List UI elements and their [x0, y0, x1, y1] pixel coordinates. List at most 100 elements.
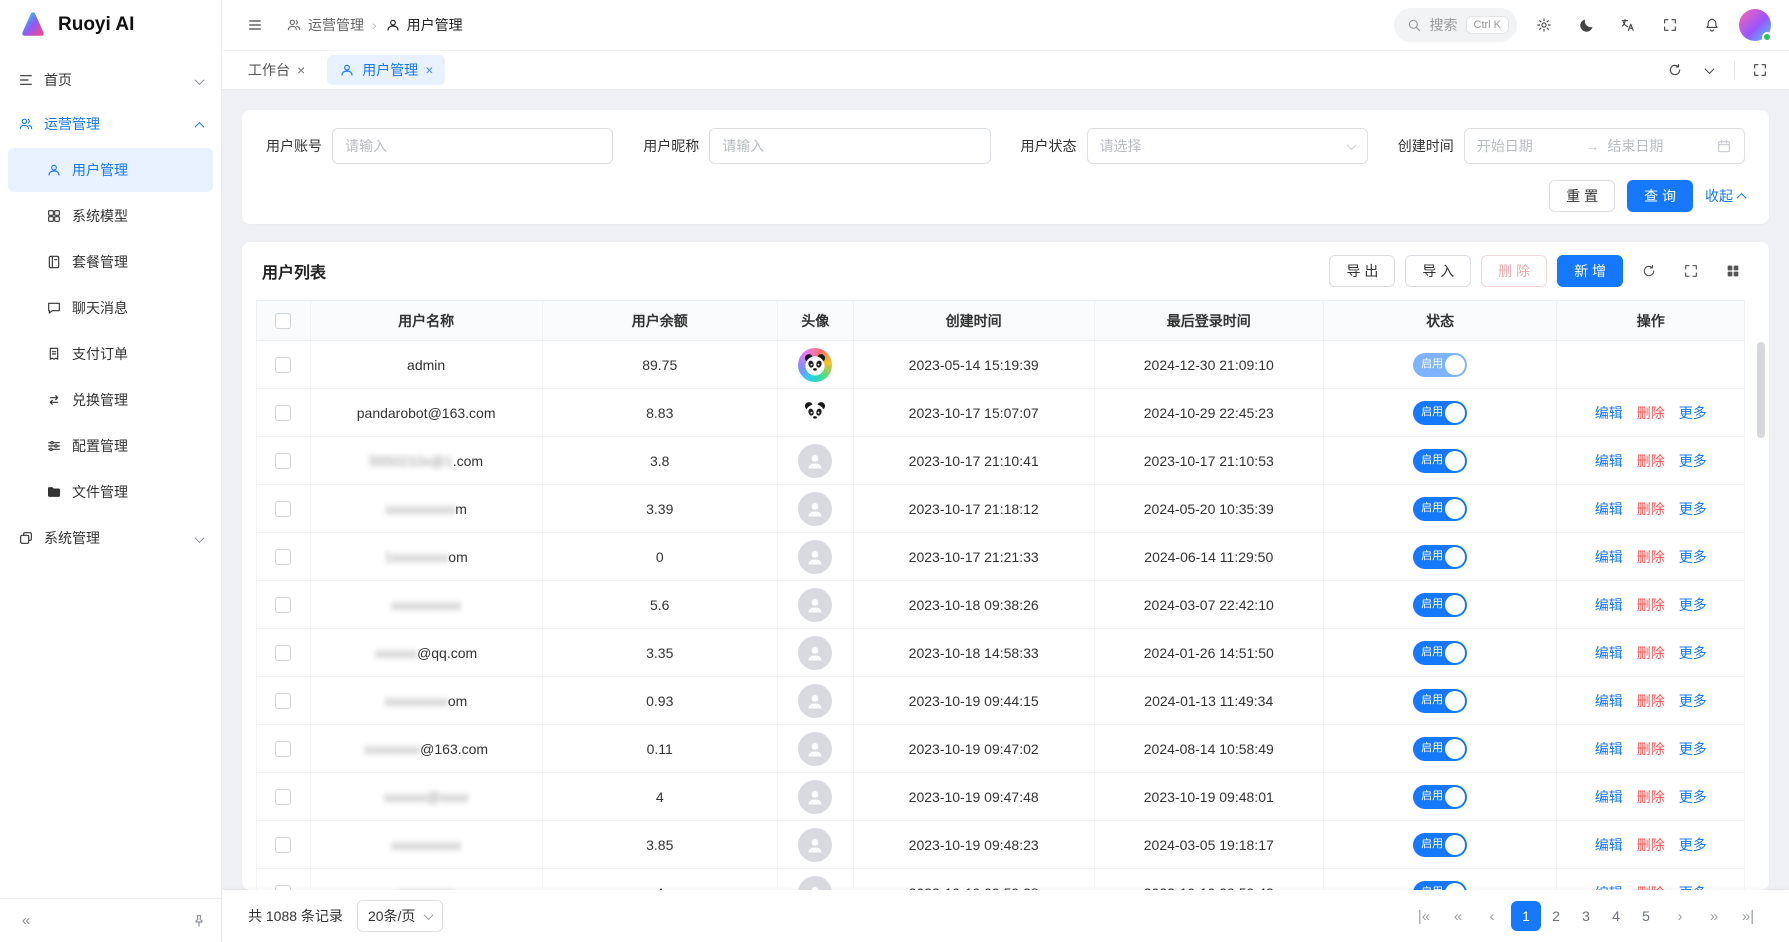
edit-link[interactable]: 编辑	[1595, 501, 1623, 517]
status-toggle[interactable]: 启用	[1413, 881, 1467, 891]
page-button-4[interactable]: 4	[1601, 901, 1631, 931]
pin-icon[interactable]	[191, 913, 207, 929]
edit-link[interactable]: 编辑	[1595, 453, 1623, 469]
sidebar-item-home[interactable]: 首页	[0, 58, 221, 102]
status-toggle[interactable]: 启用	[1413, 353, 1467, 377]
more-link[interactable]: 更多	[1679, 645, 1707, 661]
prev-5-pages-button[interactable]: «	[1443, 901, 1473, 931]
edit-link[interactable]: 编辑	[1595, 693, 1623, 709]
edit-link[interactable]: 编辑	[1595, 741, 1623, 757]
status-toggle[interactable]: 启用	[1413, 833, 1467, 857]
status-toggle[interactable]: 启用	[1413, 785, 1467, 809]
more-link[interactable]: 更多	[1679, 741, 1707, 757]
page-size-select[interactable]: 20条/页	[357, 900, 443, 932]
delete-link[interactable]: 删除	[1637, 549, 1665, 565]
user-avatar[interactable]	[1739, 9, 1771, 41]
more-link[interactable]: 更多	[1679, 405, 1707, 421]
select-all-checkbox[interactable]	[275, 313, 291, 329]
edit-link[interactable]: 编辑	[1595, 837, 1623, 853]
sidebar-item-system[interactable]: 系统管理	[0, 516, 221, 560]
status-toggle[interactable]: 启用	[1413, 497, 1467, 521]
more-link[interactable]: 更多	[1679, 789, 1707, 805]
more-link[interactable]: 更多	[1679, 837, 1707, 853]
row-checkbox[interactable]	[275, 837, 291, 853]
close-icon[interactable]: ×	[297, 63, 305, 77]
prev-page-button[interactable]: ‹	[1477, 901, 1507, 931]
export-button[interactable]: 导 出	[1329, 255, 1395, 287]
row-checkbox[interactable]	[275, 885, 291, 890]
edit-link[interactable]: 编辑	[1595, 645, 1623, 661]
more-link[interactable]: 更多	[1679, 597, 1707, 613]
bell-icon[interactable]	[1697, 10, 1727, 40]
delete-link[interactable]: 删除	[1637, 501, 1665, 517]
close-icon[interactable]: ×	[425, 63, 433, 77]
fullscreen-icon[interactable]	[1655, 10, 1685, 40]
sidebar-subitem[interactable]: 聊天消息	[8, 286, 213, 330]
status-toggle[interactable]: 启用	[1413, 689, 1467, 713]
tab-workbench[interactable]: 工作台 ×	[236, 55, 317, 85]
delete-link[interactable]: 删除	[1637, 837, 1665, 853]
delete-link[interactable]: 删除	[1637, 885, 1665, 891]
account-input[interactable]	[332, 128, 613, 164]
delete-link[interactable]: 删除	[1637, 693, 1665, 709]
refresh-table-icon[interactable]	[1633, 255, 1665, 287]
delete-link[interactable]: 删除	[1637, 741, 1665, 757]
delete-button[interactable]: 删 除	[1481, 255, 1547, 287]
gear-icon[interactable]	[1529, 10, 1559, 40]
scrollbar-thumb[interactable]	[1757, 342, 1765, 438]
breadcrumb-item[interactable]: 运营管理	[286, 15, 364, 35]
tabs-dropdown-icon[interactable]	[1694, 55, 1724, 85]
sidebar-subitem[interactable]: 配置管理	[8, 424, 213, 468]
page-button-2[interactable]: 2	[1541, 901, 1571, 931]
row-checkbox[interactable]	[275, 645, 291, 661]
edit-link[interactable]: 编辑	[1595, 885, 1623, 891]
next-5-pages-button[interactable]: »	[1699, 901, 1729, 931]
row-checkbox[interactable]	[275, 357, 291, 373]
more-link[interactable]: 更多	[1679, 885, 1707, 891]
status-toggle[interactable]: 启用	[1413, 545, 1467, 569]
delete-link[interactable]: 删除	[1637, 789, 1665, 805]
next-page-button[interactable]: ›	[1665, 901, 1695, 931]
last-page-button[interactable]: »|	[1733, 901, 1763, 931]
global-search[interactable]: 搜索 Ctrl K	[1394, 8, 1518, 42]
more-link[interactable]: 更多	[1679, 693, 1707, 709]
sidebar-item-operations[interactable]: 运营管理	[0, 102, 221, 146]
translate-icon[interactable]	[1613, 10, 1643, 40]
refresh-tabs-icon[interactable]	[1660, 55, 1690, 85]
breadcrumb-item-current[interactable]: 用户管理	[385, 15, 463, 35]
sidebar-subitem[interactable]: 用户管理	[8, 148, 213, 192]
status-toggle[interactable]: 启用	[1413, 641, 1467, 665]
edit-link[interactable]: 编辑	[1595, 549, 1623, 565]
delete-link[interactable]: 删除	[1637, 645, 1665, 661]
edit-link[interactable]: 编辑	[1595, 789, 1623, 805]
row-checkbox[interactable]	[275, 597, 291, 613]
page-button-3[interactable]: 3	[1571, 901, 1601, 931]
table-fullscreen-icon[interactable]	[1675, 255, 1707, 287]
status-select[interactable]: 请选择	[1087, 128, 1368, 164]
delete-link[interactable]: 删除	[1637, 405, 1665, 421]
status-toggle[interactable]: 启用	[1413, 401, 1467, 425]
status-toggle[interactable]: 启用	[1413, 737, 1467, 761]
status-toggle[interactable]: 启用	[1413, 449, 1467, 473]
delete-link[interactable]: 删除	[1637, 597, 1665, 613]
tab-user-management[interactable]: 用户管理 ×	[327, 55, 445, 85]
sidebar-subitem[interactable]: 套餐管理	[8, 240, 213, 284]
content-fullscreen-icon[interactable]	[1745, 55, 1775, 85]
row-checkbox[interactable]	[275, 549, 291, 565]
page-button-1[interactable]: 1	[1511, 901, 1541, 931]
page-button-5[interactable]: 5	[1631, 901, 1661, 931]
nickname-input[interactable]	[709, 128, 990, 164]
row-checkbox[interactable]	[275, 693, 291, 709]
edit-link[interactable]: 编辑	[1595, 597, 1623, 613]
row-checkbox[interactable]	[275, 789, 291, 805]
column-settings-icon[interactable]	[1717, 255, 1749, 287]
status-toggle[interactable]: 启用	[1413, 593, 1467, 617]
sidebar-subitem[interactable]: 文件管理	[8, 470, 213, 514]
add-button[interactable]: 新 增	[1557, 255, 1623, 287]
row-checkbox[interactable]	[275, 405, 291, 421]
more-link[interactable]: 更多	[1679, 549, 1707, 565]
row-checkbox[interactable]	[275, 453, 291, 469]
vertical-scrollbar[interactable]	[1757, 342, 1765, 886]
reset-button[interactable]: 重 置	[1549, 180, 1615, 212]
sidebar-subitem[interactable]: 支付订单	[8, 332, 213, 376]
